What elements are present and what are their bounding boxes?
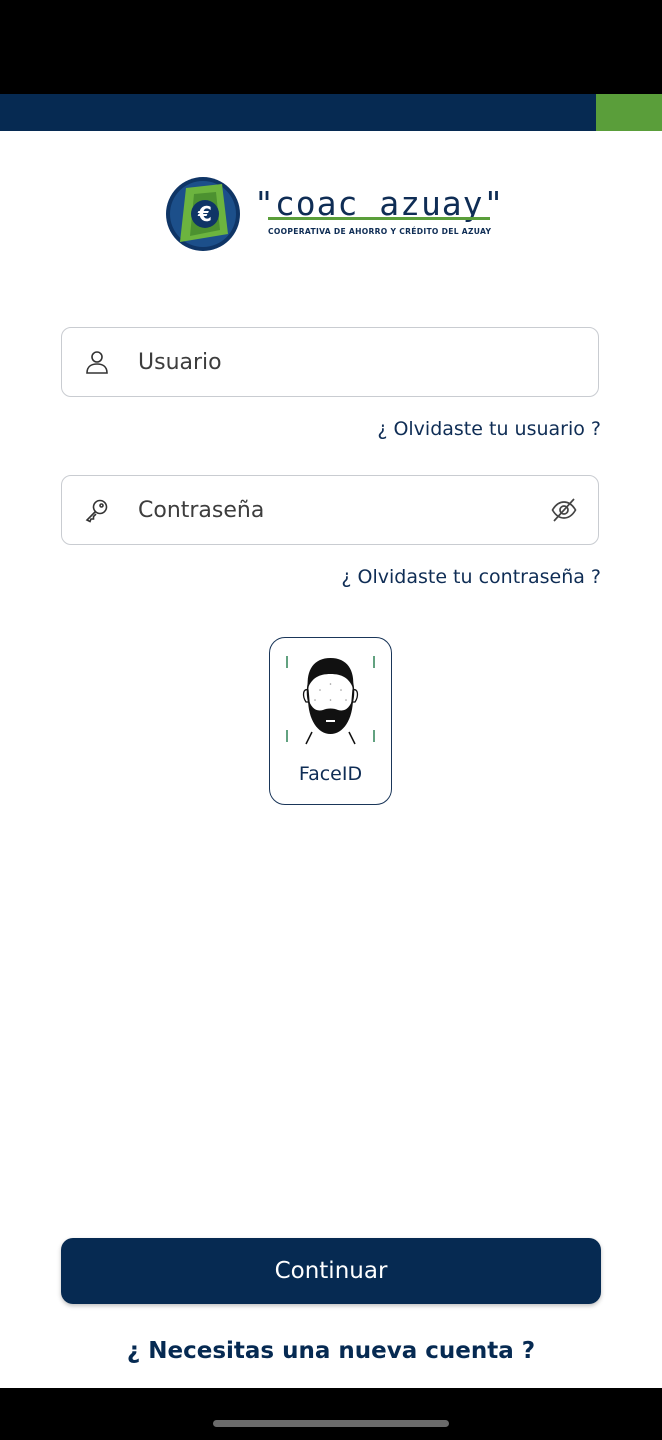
forgot-password-link[interactable]: ¿ Olvidaste tu contraseña ? [341, 566, 601, 588]
user-icon [86, 351, 108, 374]
eye-off-icon[interactable] [550, 496, 578, 524]
forgot-username-link[interactable]: ¿ Olvidaste tu usuario ? [377, 418, 601, 440]
brand-logo: € "coac azuay" COOPERATIVA DE AHORRO Y C… [164, 174, 504, 254]
password-field[interactable] [61, 475, 599, 545]
brand-band [0, 94, 662, 131]
faceid-button[interactable]: FaceID [269, 637, 392, 805]
username-field[interactable] [61, 327, 599, 397]
key-icon [85, 499, 108, 523]
brand-tagline: COOPERATIVA DE AHORRO Y CRÉDITO DEL AZUA… [268, 227, 492, 236]
home-gesture-handle[interactable] [213, 1420, 449, 1427]
brand-band-accent [596, 94, 662, 131]
navigation-bar [0, 1388, 662, 1440]
username-input[interactable] [138, 342, 518, 382]
svg-text:€: € [197, 202, 212, 226]
face-scan-icon [286, 656, 375, 745]
new-account-link[interactable]: ¿ Necesitas una nueva cuenta ? [0, 1338, 662, 1364]
faceid-label: FaceID [298, 763, 363, 785]
continue-button[interactable]: Continuar [61, 1238, 601, 1304]
status-bar [0, 0, 662, 94]
password-input[interactable] [138, 490, 518, 530]
coin-logo-icon: € [166, 177, 240, 251]
brand-name: "coac azuay" [254, 184, 505, 223]
